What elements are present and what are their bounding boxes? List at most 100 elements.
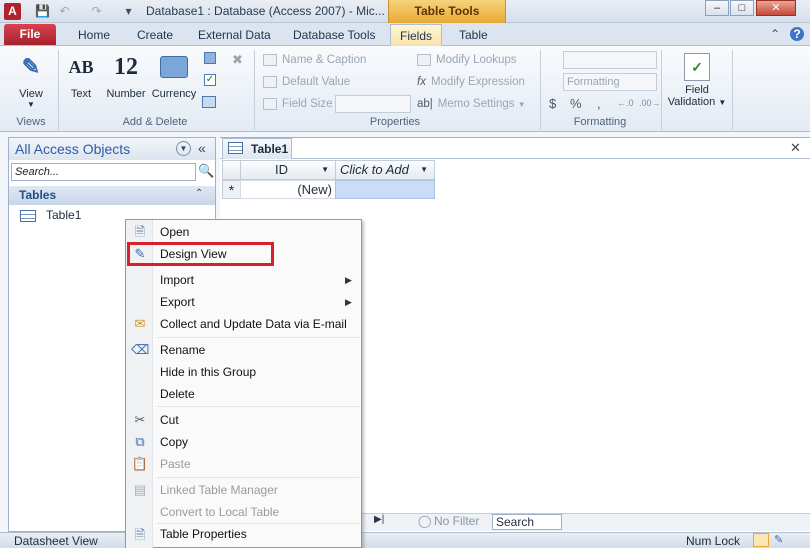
fx-icon: fx [417, 76, 426, 88]
menu-separator [157, 477, 359, 478]
num-lock-indicator: Num Lock [686, 534, 741, 548]
menu-item-delete[interactable]: Delete [160, 384, 195, 404]
tables-section-header[interactable]: Tables [9, 186, 215, 205]
maximize-button[interactable]: □ [730, 0, 754, 16]
chevron-down-icon: ▼ [718, 98, 727, 107]
menu-item-rename[interactable]: Rename [160, 340, 205, 360]
tab-database-tools[interactable]: Database Tools [283, 24, 386, 46]
last-record-icon[interactable]: ▶| [374, 514, 384, 525]
help-icon[interactable]: ? [790, 27, 804, 41]
customize-qat-icon[interactable]: ▾ [120, 3, 137, 20]
field-size-icon [263, 97, 277, 110]
more-fields-icon[interactable] [204, 52, 216, 64]
menu-item-import[interactable]: Import [160, 270, 194, 290]
modify-lookups-icon [417, 53, 431, 66]
currency-format-button[interactable]: $ [549, 96, 556, 111]
nav-item-table1[interactable]: Table1 [20, 206, 81, 224]
search-icon[interactable]: 🔍 [198, 163, 214, 179]
menu-item-table-properties[interactable]: Table Properties [160, 524, 247, 544]
undo-icon[interactable]: ↶ [56, 3, 73, 20]
modify-lookups-button[interactable]: Modify Lookups [417, 50, 517, 70]
modify-expression-button[interactable]: fx Modify Expression [417, 72, 525, 92]
field-validation-button[interactable]: ✓ Field Validation ▼ [665, 50, 729, 108]
menu-item-copy[interactable]: Copy [160, 432, 188, 452]
chevron-down-icon: ▼ [321, 165, 329, 174]
number-field-icon: 12 [114, 53, 138, 80]
tab-external-data[interactable]: External Data [188, 24, 281, 46]
highlight-box [127, 242, 274, 266]
shutter-bar-close-icon[interactable]: « [198, 140, 206, 156]
collect-data-icon: ✉ [134, 316, 146, 331]
filter-icon[interactable]: ◯ [418, 514, 431, 528]
menu-separator [157, 406, 359, 407]
chevron-down-icon: ▼ [517, 100, 526, 109]
decrease-decimals-icon[interactable]: .00→ [639, 98, 661, 108]
close-window-button[interactable]: ✕ [756, 0, 796, 16]
table-icon [20, 209, 36, 222]
number-field-button[interactable]: 12 Number [103, 50, 149, 101]
menu-item-export[interactable]: Export [160, 292, 195, 312]
data-type-dropdown[interactable] [563, 51, 657, 69]
new-row-selector[interactable]: * [222, 180, 241, 199]
document-tab-bar [220, 158, 810, 159]
group-separator [732, 50, 733, 130]
default-value-button[interactable]: Default Value [263, 72, 350, 92]
view-button[interactable]: ✎ View ▼ [10, 50, 52, 109]
collapse-section-icon[interactable]: ⌃ [195, 188, 203, 199]
close-document-icon[interactable]: ✕ [790, 140, 801, 156]
redo-icon[interactable]: ↷ [88, 3, 105, 20]
nav-pane-menu-icon[interactable]: ▼ [176, 141, 191, 156]
column-header-click-to-add[interactable]: Click to Add ▼ [335, 160, 435, 180]
open-icon: 🗎 [134, 224, 146, 239]
group-separator [540, 50, 541, 130]
datasheet-view-icon[interactable] [753, 533, 769, 547]
tab-file[interactable]: File [4, 24, 56, 45]
menu-item-hide-in-group[interactable]: Hide in this Group [160, 362, 256, 382]
name-caption-button[interactable]: Name & Caption [263, 50, 366, 70]
menu-item-open[interactable]: Open [160, 222, 189, 242]
comma-format-button[interactable]: , [597, 96, 601, 111]
menu-item-convert-to-local-table: Convert to Local Table [160, 505, 280, 519]
format-dropdown[interactable]: Formatting [563, 73, 657, 91]
chevron-down-icon: ▼ [420, 165, 428, 174]
context-menu-gutter [126, 220, 153, 548]
text-field-icon: AB [68, 56, 94, 77]
percent-format-button[interactable]: % [570, 96, 582, 111]
rename-icon: ⌫ [131, 342, 150, 357]
id-new-cell[interactable]: (New) [240, 180, 336, 199]
no-filter-label[interactable]: No Filter [434, 514, 479, 528]
group-label-views: Views [16, 116, 46, 128]
click-to-add-new-cell[interactable] [335, 180, 435, 199]
tab-create[interactable]: Create [127, 24, 183, 46]
cut-icon: ✂ [134, 412, 146, 427]
group-separator [661, 50, 662, 130]
tab-home[interactable]: Home [68, 24, 120, 46]
save-icon[interactable]: 💾 [34, 3, 51, 20]
nav-search-input[interactable]: Search... [11, 163, 196, 181]
ribbon-minimize-icon[interactable]: ⌃ [770, 27, 780, 41]
text-field-button[interactable]: AB Text [64, 50, 98, 101]
tab-fields[interactable]: Fields [390, 24, 442, 47]
select-all-cell[interactable] [222, 160, 241, 180]
memo-settings-button[interactable]: ab| Memo Settings ▼ [417, 94, 526, 114]
submenu-arrow-icon: ▶ [345, 297, 352, 307]
tab-table[interactable]: Table [449, 24, 498, 46]
access-app-icon[interactable]: A [4, 3, 21, 20]
currency-field-button[interactable]: Currency [150, 50, 198, 100]
column-header-id[interactable]: ID ▼ [240, 160, 336, 180]
minimize-button[interactable]: – [705, 0, 729, 16]
more-fields-dropdown-icon[interactable] [202, 96, 216, 108]
group-label-add-delete: Add & Delete [122, 116, 188, 128]
increase-decimals-icon[interactable]: ←.0 [617, 98, 634, 108]
copy-icon: ⧉ [135, 434, 145, 449]
status-view-label: Datasheet View [14, 534, 98, 548]
delete-field-icon[interactable]: ✖ [232, 52, 243, 68]
yes-no-field-icon[interactable]: ✓ [204, 74, 216, 86]
validation-icon: ✓ [665, 50, 729, 84]
design-view-status-icon[interactable]: ✎ [774, 533, 783, 546]
field-size-input[interactable] [335, 95, 411, 113]
menu-item-collect-update-data[interactable]: Collect and Update Data via E-mail [160, 314, 347, 334]
table-properties-icon: 🗎 [134, 527, 146, 542]
record-search-input[interactable]: Search [492, 514, 562, 530]
menu-item-cut[interactable]: Cut [160, 410, 179, 430]
